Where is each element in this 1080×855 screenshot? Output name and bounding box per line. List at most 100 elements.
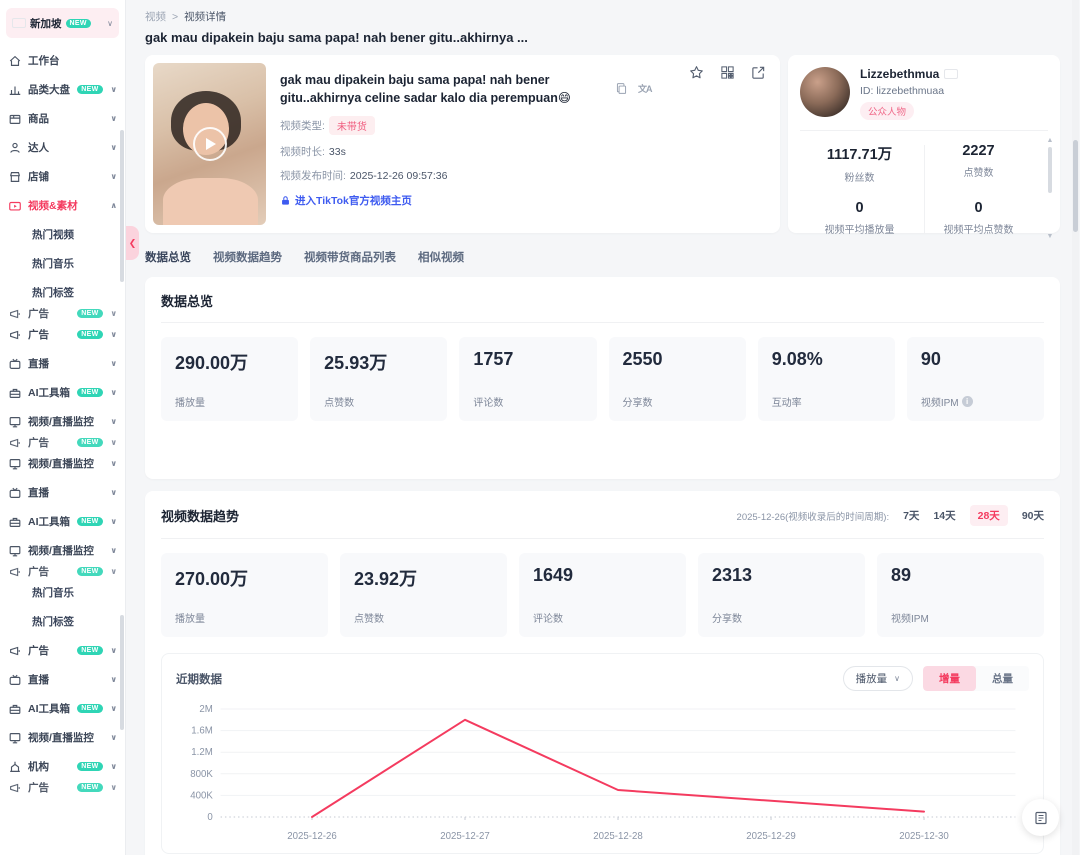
page-scrollbar-thumb[interactable] [1073,140,1078,232]
sidebar-item-直播[interactable]: 直播 ∨ [6,665,119,694]
sidebar-scrollbar-thumb[interactable] [120,615,124,730]
play-icon[interactable] [192,127,227,161]
country-selector[interactable]: 新加坡 NEW ∨ [6,8,119,38]
chevron-down-icon: ∨ [110,675,118,684]
trend-card-plays: 270.00万 播放量 [161,553,328,637]
svg-text:1.2M: 1.2M [191,747,213,758]
new-badge: NEW [77,388,103,397]
svg-text:2025-12-26: 2025-12-26 [287,831,337,842]
chevron-down-icon: ∨ [110,85,118,94]
sidebar-item-视频/直播监控[interactable]: 视频/直播监控 ∨ [6,536,119,565]
sidebar-item-AI工具箱[interactable]: AI工具箱 NEW ∨ [6,694,119,723]
avatar[interactable] [800,67,850,117]
sidebar-item-商品[interactable]: 商品 ∨ [6,104,119,133]
sidebar-item-直播[interactable]: 直播 ∨ [6,478,119,507]
sidebar-item-广告[interactable]: 广告 NEW ∨ [6,781,119,794]
sidebar-item-广告[interactable]: 广告 NEW ∨ [6,320,119,349]
sidebar-item-广告[interactable]: 广告 NEW ∨ [6,436,119,449]
monitor-icon [8,457,22,471]
creator-name[interactable]: Lizzebethmua [860,67,939,81]
sidebar-item-AI工具箱[interactable]: AI工具箱 NEW ∨ [6,378,119,407]
sidebar-scrollbar-thumb[interactable] [120,130,124,282]
sidebar-item-广告[interactable]: 广告 NEW ∨ [6,307,119,320]
trend-card-comments: 1649 评论数 [519,553,686,637]
new-badge: NEW [77,85,103,94]
video-type-label: 视频类型: [280,120,325,133]
sidebar-item-热门音乐[interactable]: 热门音乐 [6,249,119,278]
tiktok-video-link[interactable]: 进入TikTok官方视频主页 [280,193,772,208]
scroll-down-icon[interactable]: ▼ [1047,233,1054,240]
period-7d[interactable]: 7天 [903,508,919,523]
new-badge: NEW [77,783,103,792]
creator-stats: 1117.71万 粉丝数 2227 点赞数 0 视频平均播放量 0 视频平均点赞… [800,131,1054,240]
sidebar-item-热门标签[interactable]: 热门标签 [6,607,119,636]
sidebar-item-AI工具箱[interactable]: AI工具箱 NEW ∨ [6,507,119,536]
video-duration-value: 33s [328,145,346,158]
tab-similar-videos[interactable]: 相似视频 [418,249,464,265]
breadcrumb-separator: > [172,10,179,23]
chevron-down-icon: ∨ [110,114,118,123]
external-link-icon[interactable] [751,65,766,80]
survey-doc-icon [1034,811,1047,824]
sidebar-item-广告[interactable]: 广告 NEW ∨ [6,636,119,665]
video-thumbnail[interactable] [153,63,266,225]
ad-icon [8,307,22,320]
mode-increment-button[interactable]: 增量 [923,666,976,691]
period-14d[interactable]: 14天 [933,508,955,523]
period-label: 2025-12-26(视频收录后的时间周期): [736,511,890,523]
sidebar-item-视频/直播监控[interactable]: 视频/直播监控 ∨ [6,723,119,752]
sidebar-item-热门标签[interactable]: 热门标签 [6,278,119,307]
translate-icon[interactable]: 文A [638,82,652,95]
feedback-button[interactable] [1022,799,1059,836]
metric-select[interactable]: 播放量 ∨ [842,666,913,691]
sidebar-item-达人[interactable]: 达人 ∨ [6,133,119,162]
creator-id-label: ID: [860,85,874,97]
breadcrumb-current: 视频详情 [184,11,227,23]
chevron-down-icon: ∨ [110,546,118,555]
live-icon [8,673,22,687]
chevron-down-icon: ∨ [110,417,118,426]
sidebar-item-视频/直播监控[interactable]: 视频/直播监控 ∨ [6,449,119,478]
stat-followers: 1117.71万 粉丝数 [826,147,893,184]
sidebar-item-直播[interactable]: 直播 ∨ [6,349,119,378]
tab-data-overview[interactable]: 数据总览 [145,249,191,265]
period-90d[interactable]: 90天 [1022,508,1044,523]
sidebar-item-热门视频[interactable]: 热门视频 [6,220,119,249]
favorite-star-icon[interactable] [689,65,704,80]
user-icon [8,141,22,155]
breadcrumb-root[interactable]: 视频 [145,9,166,24]
copy-icon[interactable] [615,82,628,95]
tab-video-trend[interactable]: 视频数据趋势 [213,249,282,265]
sidebar-item-品类大盘[interactable]: 品类大盘 NEW ∨ [6,75,119,104]
sidebar-item-工作台[interactable]: 工作台 [6,46,119,75]
scroll-up-icon[interactable]: ▲ [1047,137,1054,144]
chevron-down-icon: ∨ [110,388,118,397]
video-duration-label: 视频时长: [280,146,325,159]
sidebar-item-视频/直播监控[interactable]: 视频/直播监控 ∨ [6,407,119,436]
sidebar-item-店铺[interactable]: 店铺 ∨ [6,162,119,191]
sidebar-collapse-handle[interactable]: ❮ [126,226,139,260]
profile-stats-scrollbar[interactable]: ▲ ▼ [1046,137,1054,240]
info-icon[interactable]: i [961,396,973,407]
video-icon [8,199,22,213]
page-scrollbar[interactable] [1072,0,1079,855]
video-publish-label: 视频发布时间: [280,170,346,183]
sidebar-item-热门音乐[interactable]: 热门音乐 [6,578,119,607]
creator-id-value: lizzebethmuaa [876,85,945,97]
chevron-down-icon: ∨ [110,330,118,339]
breadcrumb: 视频 > 视频详情 [145,9,1060,24]
sidebar-item-机构[interactable]: 机构 NEW ∨ [6,752,119,781]
sidebar-item-广告[interactable]: 广告 NEW ∨ [6,565,119,578]
sidebar-item-视频&素材[interactable]: 视频&素材 ∧ [6,191,119,220]
trend-chart[interactable]: 0 400K 800K 1.2M 1.6M 2M 2025-12-26 2025-12-27 2… [176,697,1029,847]
box-icon [8,112,22,126]
mode-toggle: 增量 总量 [923,666,1029,691]
tab-product-list[interactable]: 视频带货商品列表 [304,249,396,265]
main-content: 视频 > 视频详情 gak mau dipakein baju sama pap… [127,0,1067,855]
indonesia-flag-icon [944,69,959,79]
period-28d[interactable]: 28天 [969,505,1008,526]
svg-text:2025-12-29: 2025-12-29 [746,831,795,842]
svg-text:1.6M: 1.6M [191,725,213,736]
mode-total-button[interactable]: 总量 [976,666,1029,691]
qr-code-icon[interactable] [720,65,735,80]
